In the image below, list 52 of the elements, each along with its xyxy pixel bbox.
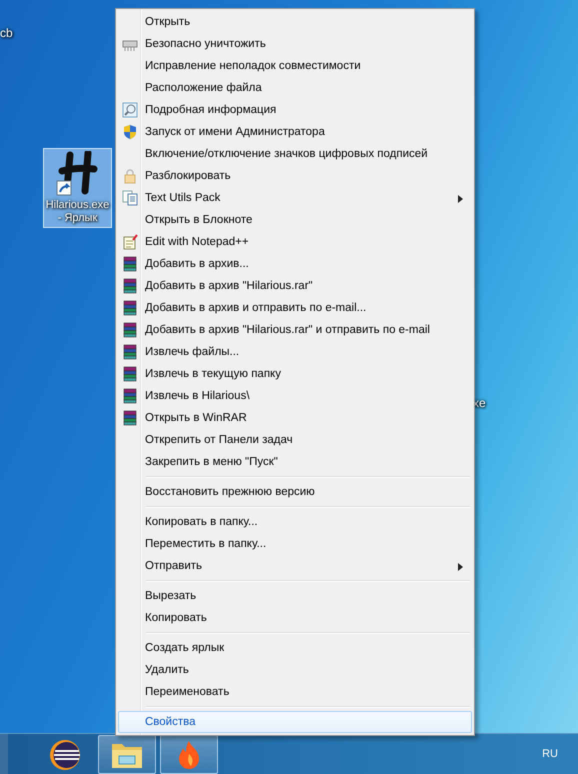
menu-item[interactable]: Добавить в архив... [118, 253, 472, 275]
menu-item[interactable]: Расположение файла [118, 77, 472, 99]
menu-item[interactable]: Разблокировать [118, 165, 472, 187]
archive-books-icon [122, 256, 138, 272]
archive-books-icon [122, 388, 138, 404]
start-button[interactable] [0, 734, 8, 774]
menu-item[interactable]: Открыть [118, 11, 472, 33]
menu-item[interactable]: Безопасно уничтожить [118, 33, 472, 55]
menu-item[interactable]: Извлечь файлы... [118, 341, 472, 363]
menu-item[interactable]: Копировать [118, 607, 472, 629]
archive-books-icon [122, 366, 138, 382]
archive-books-icon [122, 322, 138, 338]
menu-item[interactable]: Edit with Notepad++ [118, 231, 472, 253]
shortcut-label: Hilarious.exe - Ярлык [44, 199, 110, 225]
menu-item[interactable]: Переместить в папку... [118, 533, 472, 555]
menu-item[interactable]: Добавить в архив "Hilarious.rar" [118, 275, 472, 297]
documents-icon [122, 190, 138, 206]
notepad-icon [122, 234, 138, 250]
menu-item[interactable]: Восстановить прежнюю версию [118, 481, 472, 503]
menu-item[interactable]: Text Utils Pack [118, 187, 472, 209]
lock-icon [122, 168, 138, 184]
menu-item[interactable]: Переименовать [118, 681, 472, 703]
menu-item[interactable]: Добавить в архив и отправить по e-mail... [118, 297, 472, 319]
menu-item[interactable]: Открыть в WinRAR [118, 407, 472, 429]
menu-item[interactable]: Создать ярлык [118, 637, 472, 659]
menu-item[interactable]: Включение/отключение значков цифровых подписей [118, 143, 472, 165]
menu-item[interactable]: Открепить от Панели задач [118, 429, 472, 451]
menu-item[interactable]: Вырезать [118, 585, 472, 607]
menu-item[interactable]: Подробная информация [118, 99, 472, 121]
magnifier-icon [122, 102, 138, 118]
menu-item[interactable]: Исправление неполадок совместимости [118, 55, 472, 77]
archive-books-icon [122, 344, 138, 360]
archive-books-icon [122, 410, 138, 426]
flame-icon[interactable] [177, 740, 201, 770]
archive-books-icon [122, 278, 138, 294]
app-icon [56, 151, 100, 197]
shield-icon [122, 124, 138, 140]
menu-item[interactable]: Закрепить в меню "Пуск" [118, 451, 472, 473]
desktop-label: xe [473, 396, 486, 410]
menu-item[interactable]: Извлечь в Hilarious\ [118, 385, 472, 407]
eclipse-icon[interactable] [49, 738, 81, 770]
menu-item[interactable]: Копировать в папку... [118, 511, 472, 533]
menu-item[interactable]: Открыть в Блокноте [118, 209, 472, 231]
desktop-label: cb [0, 26, 13, 40]
menu-item[interactable]: Свойства [118, 711, 472, 733]
menu-item[interactable]: Удалить [118, 659, 472, 681]
archive-books-icon [122, 300, 138, 316]
menu-item[interactable]: Запуск от имени Администратора [118, 121, 472, 143]
menu-item[interactable]: Извлечь в текущую папку [118, 363, 472, 385]
language-indicator[interactable]: RU [542, 748, 558, 760]
menu-item[interactable]: Добавить в архив "Hilarious.rar" и отправить по e-mail [118, 319, 472, 341]
menu-item[interactable]: Отправить [118, 555, 472, 577]
